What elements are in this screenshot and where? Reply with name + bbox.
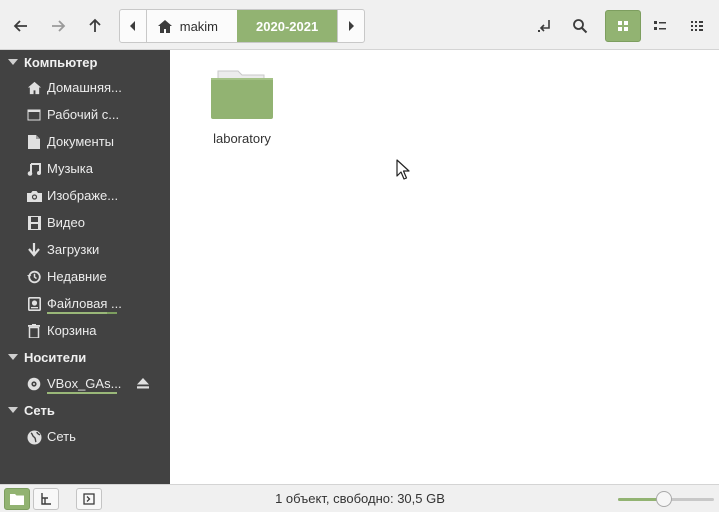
- file-view[interactable]: laboratory: [170, 50, 719, 484]
- folder-item[interactable]: [210, 70, 274, 123]
- sidebar-item-label: VBox_GAs...: [47, 376, 122, 391]
- sidebar-item-network[interactable]: Сеть: [0, 424, 170, 450]
- back-button[interactable]: [4, 10, 38, 42]
- eject-button[interactable]: [137, 377, 149, 392]
- sidebar-item-videos[interactable]: Видео: [0, 210, 170, 236]
- sidebar-item-trash[interactable]: Корзина: [0, 318, 170, 344]
- location-entry-icon: [538, 20, 550, 32]
- search-button[interactable]: [563, 10, 597, 42]
- drive-icon: [26, 296, 42, 312]
- sidebar-item-label: Изображе...: [47, 188, 119, 203]
- disc-icon: [26, 376, 42, 392]
- sidebar-item-label: Корзина: [47, 323, 97, 338]
- sidebar-item-label: Документы: [47, 134, 115, 149]
- sidebar-item-recent[interactable]: Недавние: [0, 264, 170, 290]
- sidebar-toggle-icon: [83, 493, 95, 505]
- pathbar-scroll-right-button[interactable]: [337, 10, 364, 42]
- sidebar-item-label: Домашняя...: [47, 80, 122, 95]
- compact-list-icon: [691, 21, 703, 31]
- sidebar-item-label: Файловая ...: [47, 296, 122, 311]
- camera-icon: [26, 188, 42, 204]
- zoom-slider[interactable]: [618, 491, 714, 507]
- sidebar-item-documents[interactable]: Документы: [0, 129, 170, 155]
- status-bar: 1 объект, свободно: 30,5 GB: [0, 484, 719, 512]
- show-places-button[interactable]: [4, 488, 30, 510]
- disk-usage-bar: [47, 392, 117, 394]
- sidebar-item-label: Рабочий с...: [47, 107, 120, 122]
- location-toggle-button[interactable]: [527, 10, 561, 42]
- chevron-left-icon: [129, 21, 135, 31]
- sidebar-section-title: Сеть: [24, 402, 55, 418]
- document-icon: [26, 134, 42, 150]
- list-icon: [654, 21, 666, 30]
- sidebar-item-desktop[interactable]: Рабочий с...: [0, 102, 170, 128]
- sidebar-section-devices[interactable]: Носители: [0, 346, 170, 368]
- sidebar-item-label: Музыка: [47, 161, 93, 176]
- sidebar-item-label: Недавние: [47, 269, 107, 284]
- crumb-home[interactable]: makim: [147, 10, 237, 42]
- download-icon: [26, 242, 42, 258]
- sidebar-item-filesystem[interactable]: Файловая ...: [0, 291, 170, 317]
- home-icon: [26, 80, 42, 96]
- sidebar-item-pictures[interactable]: Изображе...: [0, 183, 170, 209]
- folder-icon: [211, 70, 273, 119]
- sidebar-item-downloads[interactable]: Загрузки: [0, 237, 170, 263]
- mouse-cursor-icon: [396, 159, 410, 180]
- disk-usage-fill: [47, 392, 117, 394]
- grid-icon: [618, 21, 628, 31]
- crumb-home-label: makim: [179, 18, 219, 34]
- music-icon: [26, 161, 42, 177]
- eject-icon: [137, 378, 149, 389]
- compact-view-button[interactable]: [679, 10, 715, 42]
- expander-icon: [8, 407, 18, 413]
- arrow-up-icon: [89, 18, 101, 32]
- hide-sidebar-button[interactable]: [76, 488, 102, 510]
- forward-button[interactable]: [41, 10, 75, 42]
- icon-view-button[interactable]: [605, 10, 641, 42]
- zoom-slider-handle[interactable]: [656, 491, 673, 507]
- sidebar-item-music[interactable]: Музыка: [0, 156, 170, 182]
- disk-usage-bar: [47, 312, 117, 314]
- sidebar-item-label: Загрузки: [47, 242, 100, 257]
- film-icon: [26, 215, 42, 231]
- sidebar-section-network[interactable]: Сеть: [0, 399, 170, 421]
- chevron-right-icon: [349, 21, 355, 31]
- crumb-current[interactable]: 2020-2021: [237, 10, 338, 42]
- folder-label[interactable]: laboratory: [200, 131, 284, 146]
- search-icon: [573, 19, 588, 34]
- sidebar-item-label: Сеть: [47, 429, 76, 444]
- network-icon: [26, 429, 42, 445]
- disk-usage-fill: [47, 312, 107, 314]
- sidebar-item-vbox-disc[interactable]: VBox_GAs...: [0, 371, 170, 397]
- expander-icon: [8, 354, 18, 360]
- toolbar: makim 2020-2021: [0, 0, 719, 50]
- pathbar: makim 2020-2021: [119, 9, 365, 43]
- show-tree-button[interactable]: [33, 488, 59, 510]
- sidebar-section-computer[interactable]: Компьютер: [0, 51, 170, 73]
- up-button[interactable]: [78, 10, 112, 42]
- pathbar-scroll-left-button[interactable]: [120, 10, 147, 42]
- home-icon: [157, 19, 172, 33]
- sidebar-item-label: Видео: [47, 215, 85, 230]
- arrow-right-icon: [52, 20, 66, 32]
- desktop-icon: [26, 107, 42, 123]
- list-view-button[interactable]: [642, 10, 678, 42]
- tree-icon: [41, 493, 51, 505]
- arrow-left-icon: [13, 20, 27, 32]
- expander-icon: [8, 59, 18, 65]
- sidebar-section-title: Компьютер: [24, 54, 98, 70]
- sidebar: Компьютер Домашняя... Рабочий с... Докум…: [0, 50, 170, 484]
- history-icon: [26, 269, 42, 285]
- trash-icon: [26, 323, 42, 339]
- folder-panel-icon: [10, 494, 24, 505]
- sidebar-item-home[interactable]: Домашняя...: [0, 75, 170, 101]
- sidebar-section-title: Носители: [24, 349, 87, 365]
- status-text: 1 объект, свободно: 30,5 GB: [275, 491, 445, 506]
